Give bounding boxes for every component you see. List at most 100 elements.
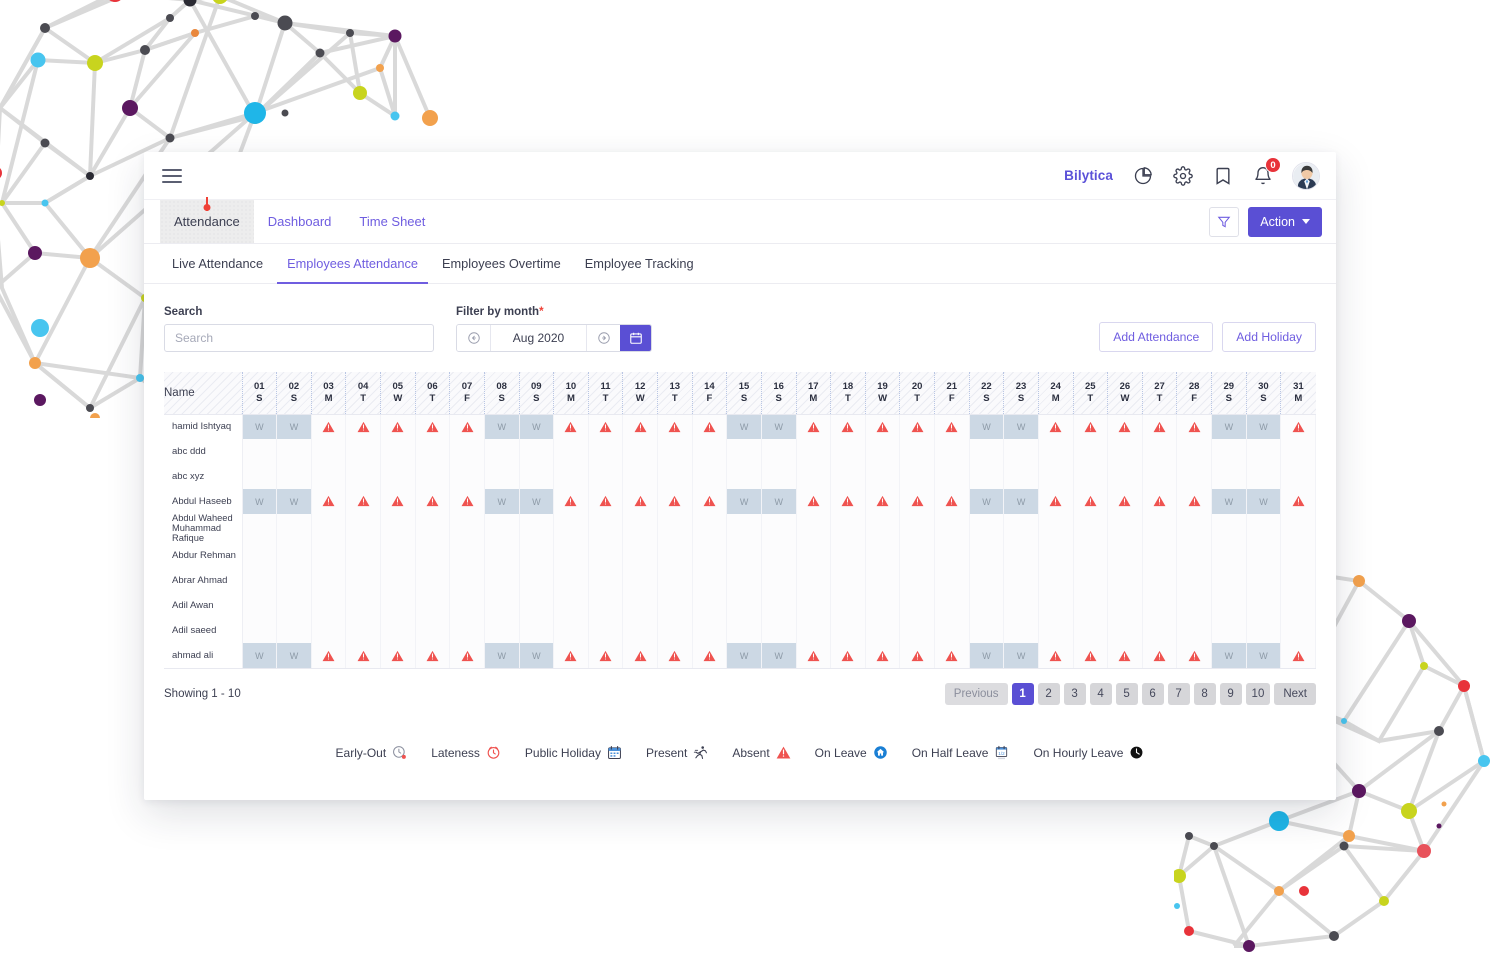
attendance-cell-empty[interactable] [276, 439, 312, 464]
attendance-cell-absent[interactable] [553, 414, 589, 439]
attendance-cell-empty[interactable] [242, 514, 278, 544]
attendance-cell-absent[interactable] [796, 414, 832, 439]
attendance-cell-empty[interactable] [380, 543, 416, 569]
attendance-cell-empty[interactable] [449, 543, 485, 569]
attendance-cell-empty[interactable] [484, 514, 520, 544]
attendance-cell-empty[interactable] [1176, 464, 1212, 489]
attendance-cell-empty[interactable] [588, 514, 624, 544]
attendance-cell-empty[interactable] [1003, 514, 1039, 544]
table-row[interactable]: Abrar Ahmad [164, 568, 1316, 594]
table-row[interactable]: Adil saeed [164, 618, 1316, 644]
attendance-cell-empty[interactable] [761, 618, 797, 644]
attendance-cell-empty[interactable] [588, 568, 624, 594]
attendance-cell-weekend[interactable]: W [761, 643, 797, 669]
attendance-cell-absent[interactable] [830, 414, 866, 439]
attendance-cell-empty[interactable] [1038, 464, 1074, 489]
search-input[interactable] [164, 324, 434, 352]
attendance-cell-absent[interactable] [449, 489, 485, 514]
attendance-cell-empty[interactable] [761, 593, 797, 619]
attendance-cell-empty[interactable] [865, 593, 901, 619]
attendance-cell-weekend[interactable]: W [761, 414, 797, 439]
tab-employee-tracking[interactable]: Employee Tracking [573, 244, 706, 283]
pagination-page-6[interactable]: 6 [1141, 683, 1164, 706]
attendance-cell-empty[interactable] [311, 568, 347, 594]
attendance-cell-empty[interactable] [1211, 593, 1247, 619]
hamburger-icon[interactable] [162, 168, 182, 183]
table-row[interactable]: ahmad ali W W W W W W W W W W [164, 643, 1316, 669]
attendance-cell-empty[interactable] [242, 439, 278, 464]
attendance-cell-empty[interactable] [1142, 543, 1178, 569]
attendance-cell-empty[interactable] [969, 464, 1005, 489]
pagination-page-3[interactable]: 3 [1063, 683, 1086, 706]
tab-employees-attendance[interactable]: Employees Attendance [275, 244, 430, 284]
attendance-cell-empty[interactable] [657, 514, 693, 544]
table-row[interactable]: abc ddd [164, 439, 1316, 464]
attendance-cell-empty[interactable] [311, 543, 347, 569]
attendance-cell-empty[interactable] [1003, 464, 1039, 489]
table-row[interactable]: abc xyz [164, 464, 1316, 489]
attendance-cell-empty[interactable] [276, 618, 312, 644]
attendance-cell-absent[interactable] [1107, 489, 1143, 514]
attendance-cell-empty[interactable] [1211, 514, 1247, 544]
module-tab-attendance[interactable]: Attendance [160, 200, 254, 243]
attendance-cell-empty[interactable] [1211, 543, 1247, 569]
attendance-cell-empty[interactable] [899, 543, 935, 569]
attendance-cell-absent[interactable] [311, 643, 347, 669]
attendance-cell-absent[interactable] [415, 414, 451, 439]
attendance-cell-weekend[interactable]: W [242, 643, 278, 669]
attendance-cell-empty[interactable] [1280, 439, 1316, 464]
attendance-cell-weekend[interactable]: W [242, 414, 278, 439]
attendance-cell-weekend[interactable]: W [519, 489, 555, 514]
attendance-cell-empty[interactable] [1073, 593, 1109, 619]
attendance-cell-weekend[interactable]: W [761, 489, 797, 514]
attendance-cell-empty[interactable] [969, 593, 1005, 619]
attendance-cell-absent[interactable] [415, 643, 451, 669]
attendance-cell-empty[interactable] [1107, 543, 1143, 569]
attendance-cell-absent[interactable] [1280, 643, 1316, 669]
attendance-cell-empty[interactable] [588, 593, 624, 619]
attendance-cell-empty[interactable] [276, 593, 312, 619]
attendance-cell-absent[interactable] [899, 489, 935, 514]
attendance-cell-empty[interactable] [276, 543, 312, 569]
attendance-cell-absent[interactable] [899, 414, 935, 439]
bell-icon[interactable]: 0 [1252, 157, 1281, 186]
attendance-cell-empty[interactable] [415, 568, 451, 594]
pagination-page-2[interactable]: 2 [1037, 683, 1060, 706]
attendance-cell-absent[interactable] [449, 414, 485, 439]
attendance-cell-empty[interactable] [1280, 464, 1316, 489]
attendance-cell-empty[interactable] [1176, 618, 1212, 644]
attendance-cell-empty[interactable] [726, 543, 762, 569]
attendance-cell-empty[interactable] [969, 543, 1005, 569]
attendance-cell-empty[interactable] [1003, 543, 1039, 569]
attendance-cell-empty[interactable] [934, 593, 970, 619]
attendance-cell-empty[interactable] [692, 618, 728, 644]
pagination-previous[interactable]: Previous [944, 683, 1008, 706]
attendance-cell-empty[interactable] [415, 464, 451, 489]
attendance-cell-absent[interactable] [1142, 489, 1178, 514]
attendance-cell-empty[interactable] [761, 514, 797, 544]
attendance-cell-empty[interactable] [380, 593, 416, 619]
attendance-cell-absent[interactable] [830, 643, 866, 669]
attendance-cell-empty[interactable] [796, 618, 832, 644]
attendance-cell-empty[interactable] [934, 543, 970, 569]
attendance-cell-empty[interactable] [622, 543, 658, 569]
attendance-cell-weekend[interactable]: W [1003, 414, 1039, 439]
attendance-cell-empty[interactable] [519, 618, 555, 644]
attendance-cell-empty[interactable] [899, 439, 935, 464]
attendance-cell-empty[interactable] [380, 439, 416, 464]
attendance-cell-empty[interactable] [519, 514, 555, 544]
attendance-cell-empty[interactable] [242, 568, 278, 594]
attendance-cell-weekend[interactable]: W [484, 643, 520, 669]
attendance-cell-absent[interactable] [657, 489, 693, 514]
add-holiday-button[interactable]: Add Holiday [1222, 322, 1316, 352]
attendance-cell-absent[interactable] [553, 643, 589, 669]
attendance-cell-empty[interactable] [1073, 618, 1109, 644]
attendance-cell-empty[interactable] [934, 514, 970, 544]
attendance-cell-weekend[interactable]: W [519, 643, 555, 669]
attendance-cell-absent[interactable] [865, 489, 901, 514]
attendance-cell-empty[interactable] [1176, 593, 1212, 619]
attendance-cell-weekend[interactable]: W [276, 414, 312, 439]
attendance-cell-absent[interactable] [588, 489, 624, 514]
avatar[interactable] [1292, 161, 1320, 190]
attendance-cell-empty[interactable] [242, 543, 278, 569]
